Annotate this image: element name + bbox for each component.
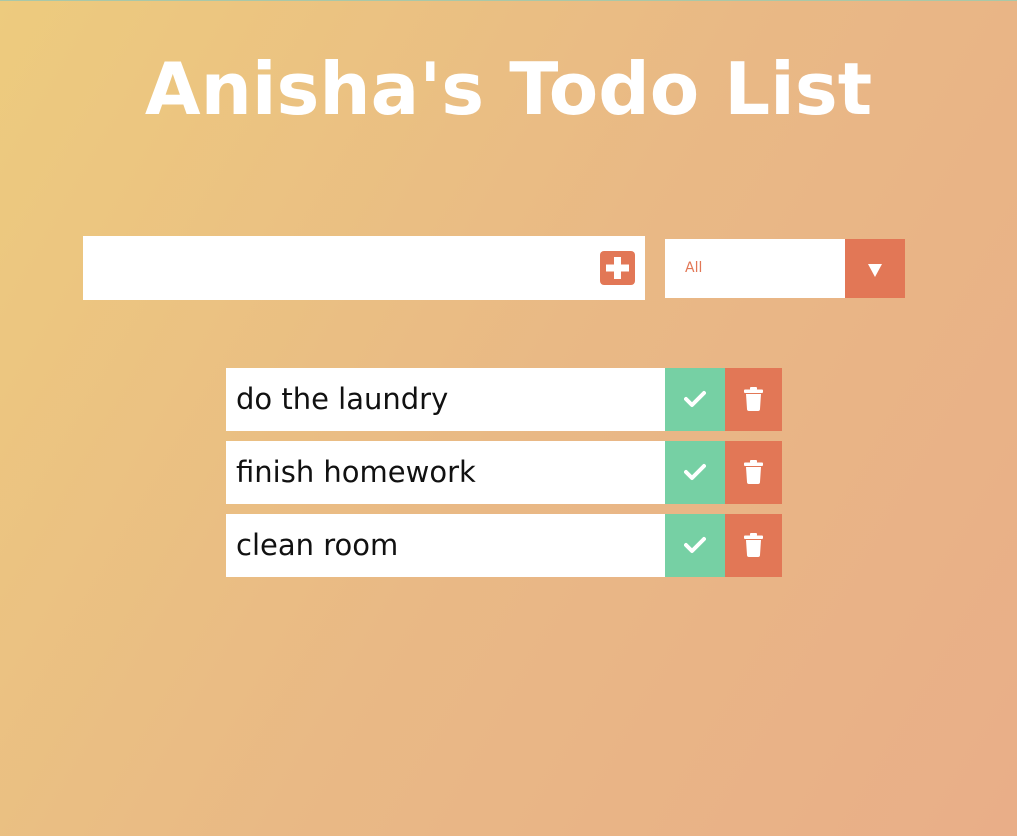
filter-dropdown-button[interactable] [845,239,905,298]
todo-item: clean room [226,514,782,577]
caret-down-icon [868,264,882,277]
page-title: Anisha's Todo List [144,47,873,131]
filter-select[interactable]: All [665,239,905,298]
todo-input[interactable] [83,236,588,300]
todo-text: finish homework [236,455,476,489]
top-border [0,0,1017,1]
add-todo-button[interactable] [600,251,635,285]
trash-icon [744,460,763,484]
filter-selected-value: All [685,260,703,276]
check-icon [684,537,706,553]
plus-square-icon [606,257,629,279]
todo-item: finish homework [226,441,782,504]
check-icon [684,391,706,407]
delete-button[interactable] [725,441,782,504]
trash-icon [744,387,763,411]
delete-button[interactable] [725,514,782,577]
todo-text: do the laundry [236,382,449,416]
delete-button[interactable] [725,368,782,431]
complete-button[interactable] [665,441,725,504]
todo-form [83,236,645,300]
complete-button[interactable] [665,368,725,431]
complete-button[interactable] [665,514,725,577]
todo-list: do the laundry finish homework clean roo… [226,368,782,587]
check-icon [684,464,706,480]
todo-text: clean room [236,528,399,562]
trash-icon [744,533,763,557]
todo-item: do the laundry [226,368,782,431]
